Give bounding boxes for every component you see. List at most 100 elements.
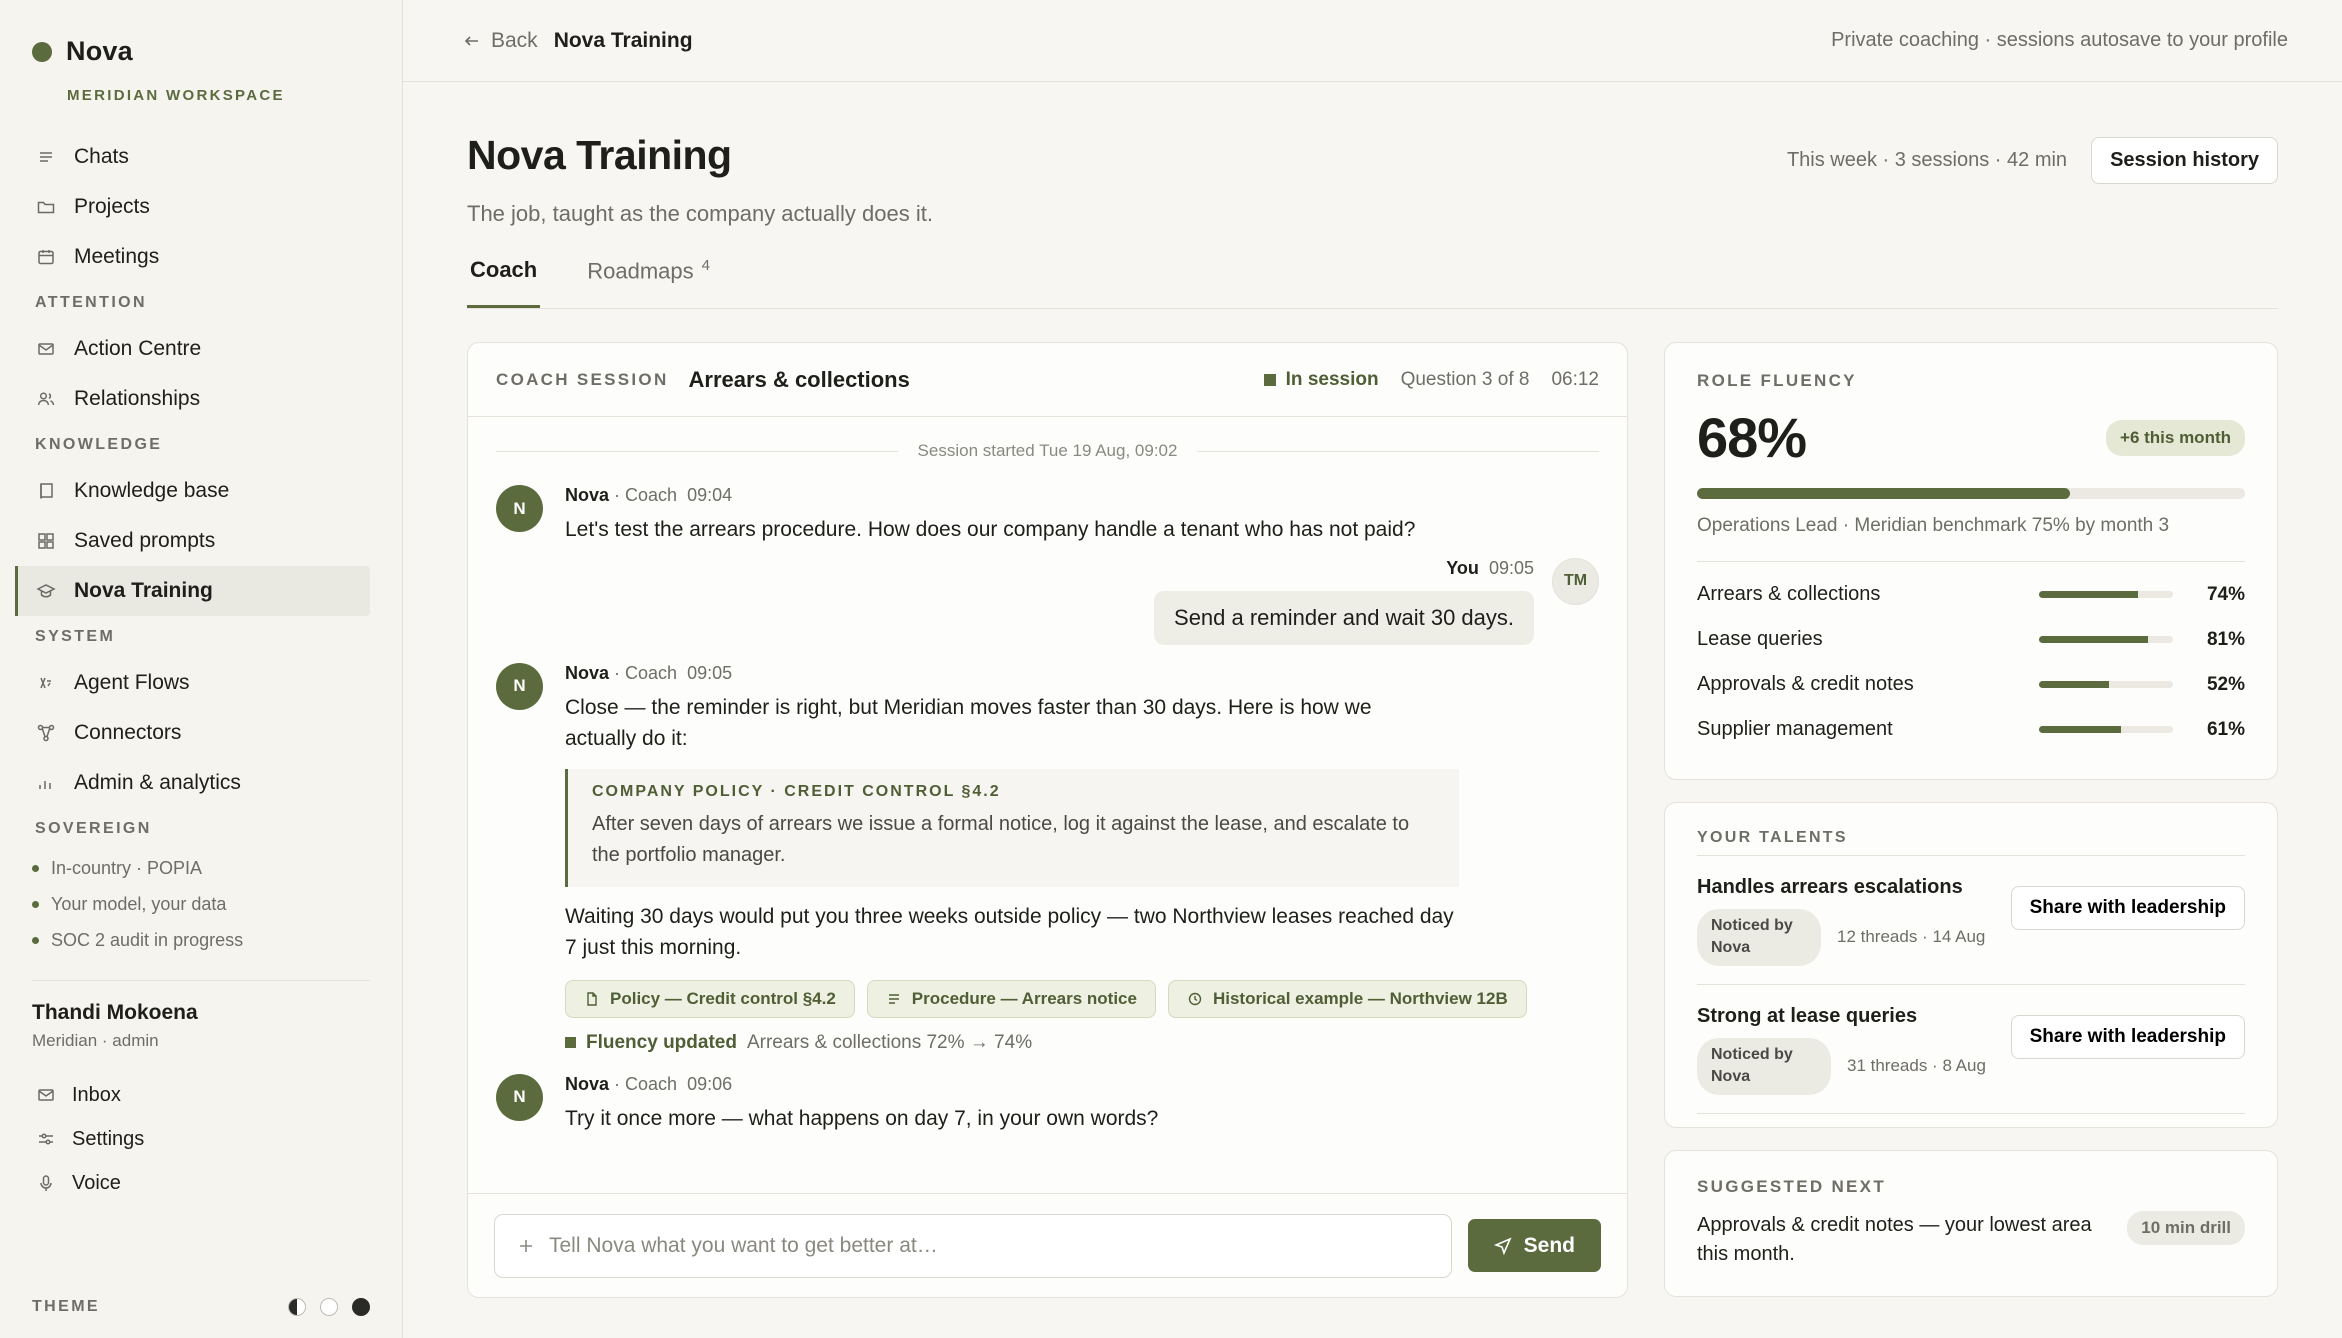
message-bubble: Send a reminder and wait 30 days. [1154, 590, 1534, 645]
main-area: Back Nova Training Private coaching · se… [403, 0, 2342, 1338]
chip-label: Procedure — Arrears notice [911, 988, 1137, 1008]
source-chip-example[interactable]: Historical example — Northview 12B [1167, 979, 1527, 1018]
right-column: ROLE FLUENCY 68% +6 this month Operation… [1664, 342, 2278, 1298]
skill-bar-fill [2039, 681, 2109, 688]
session-timer: 06:12 [1551, 368, 1599, 390]
brand[interactable]: Nova [32, 36, 370, 67]
theme-switcher: THEME [32, 1298, 370, 1316]
page-content: Nova Training The job, taught as the com… [403, 132, 2342, 1298]
sidebar-item-inbox[interactable]: Inbox [32, 1073, 370, 1117]
back-button[interactable]: Back [463, 29, 538, 53]
tab-coach[interactable]: Coach [467, 257, 541, 308]
coach-session-label: COACH SESSION [496, 369, 669, 389]
network-icon [37, 724, 55, 742]
sidebar: Nova MERIDIAN WORKSPACE Chats Projects M… [0, 0, 403, 1338]
question-progress: Question 3 of 8 [1400, 368, 1530, 390]
sidebar-item-label: Action Centre [74, 337, 202, 360]
plus-icon[interactable] [517, 1237, 535, 1255]
skill-name: Approvals & credit notes [1697, 673, 1914, 695]
drill-duration-badge[interactable]: 10 min drill [2127, 1211, 2245, 1245]
section-label-knowledge: KNOWLEDGE [35, 436, 163, 453]
theme-label: THEME [32, 1298, 100, 1315]
sidebar-item-chats[interactable]: Chats [32, 132, 370, 182]
fluency-update-text: Arrears & collections 72% → 74% [746, 1031, 1033, 1053]
role-fluency-value: 68% [1697, 406, 1807, 469]
share-with-leadership-button[interactable]: Share with leadership [2010, 886, 2245, 930]
message-author: Nova [565, 662, 610, 683]
user-name: Thandi Mokoena [32, 1001, 198, 1024]
theme-dark-option[interactable] [352, 1298, 370, 1316]
sovereign-item-label: SOC 2 audit in progress [51, 929, 244, 950]
sidebar-item-meetings[interactable]: Meetings [32, 232, 370, 282]
skill-row: Approvals & credit notes 52% [1697, 662, 2245, 707]
skill-name: Arrears & collections [1697, 583, 1881, 605]
sidebar-item-admin-analytics[interactable]: Admin & analytics [32, 758, 370, 808]
source-chip-procedure[interactable]: Procedure — Arrears notice [866, 979, 1156, 1018]
source-chip-policy[interactable]: Policy — Credit control §4.2 [565, 979, 855, 1018]
user-profile[interactable]: Thandi Mokoena Meridian · admin [32, 1001, 370, 1051]
policy-quote: COMPANY POLICY · CREDIT CONTROL §4.2 Aft… [565, 768, 1459, 887]
skill-percent: 74% [2206, 583, 2245, 605]
sidebar-item-agent-flows[interactable]: Agent Flows [32, 658, 370, 708]
sidebar-item-projects[interactable]: Projects [32, 182, 370, 232]
session-status-badge: In session [1263, 369, 1379, 391]
sidebar-divider [32, 980, 370, 981]
sidebar-item-knowledge-base[interactable]: Knowledge base [32, 466, 370, 516]
talent-meta: 31 threads · 8 Aug [1847, 1056, 1986, 1076]
role-fluency-bar-fill [1697, 488, 2070, 499]
talents-card: YOUR TALENTS Handles arrears escalations… [1664, 802, 2278, 1128]
suggested-next-text[interactable]: Approvals & credit notes — your lowest a… [1697, 1211, 2127, 1269]
sidebar-item-relationships[interactable]: Relationships [32, 374, 370, 424]
sidebar-item-saved-prompts[interactable]: Saved prompts [32, 516, 370, 566]
talent-name: Strong at lease queries [1697, 1004, 1918, 1027]
status-square-icon [1263, 373, 1276, 386]
skill-bar-fill [2039, 726, 2121, 733]
session-history-button[interactable]: Session history [2091, 137, 2278, 184]
coach-message: N Nova · Coach 09:05 Close — the reminde… [496, 662, 1599, 1054]
policy-text: After seven days of arrears we issue a f… [592, 812, 1410, 866]
user-message: You 09:05 Send a reminder and wait 30 da… [496, 557, 1599, 645]
skill-bar [2039, 726, 2173, 733]
message-input[interactable]: Tell Nova what you want to get better at… [494, 1213, 1452, 1278]
page-header: Nova Training The job, taught as the com… [467, 132, 2278, 227]
sovereign-item: Your model, your data [32, 886, 370, 922]
message-text: Try it once more — what happens on day 7… [565, 1106, 1159, 1130]
theme-light-option[interactable] [320, 1298, 338, 1316]
breadcrumb: Nova Training [553, 28, 693, 52]
message-meta: Nova · Coach 09:06 [565, 1074, 1158, 1095]
send-button[interactable]: Send [1467, 1219, 1601, 1272]
fluency-delta-badge: +6 this month [2106, 419, 2245, 456]
sidebar-item-label: Settings [72, 1127, 145, 1150]
talent-item: Strong at lease queries Noticed by Nova … [1697, 985, 2245, 1114]
skill-bar-fill [2039, 636, 2148, 643]
message-role: · Coach [609, 485, 678, 505]
sidebar-item-nova-training[interactable]: Nova Training [15, 566, 370, 616]
coach-session-topic: Arrears & collections [688, 366, 910, 392]
sidebar-item-voice[interactable]: Voice [32, 1161, 370, 1205]
avatar: N [496, 662, 543, 710]
skill-row: Lease queries 81% [1697, 617, 2245, 662]
role-fluency-card: ROLE FLUENCY 68% +6 this month Operation… [1664, 342, 2278, 780]
theme-auto-option[interactable] [288, 1298, 306, 1316]
message-meta: Nova · Coach 09:04 [565, 485, 1415, 506]
tab-roadmaps[interactable]: Roadmaps 4 [584, 257, 713, 308]
share-with-leadership-button[interactable]: Share with leadership [2010, 1014, 2245, 1059]
avatar: TM [1552, 557, 1599, 605]
coach-message: N Nova · Coach 09:06 Try it once more — … [496, 1073, 1599, 1135]
message-composer: Tell Nova what you want to get better at… [468, 1193, 1627, 1297]
sidebar-item-label: Chats [74, 145, 129, 168]
app-root: Nova MERIDIAN WORKSPACE Chats Projects M… [0, 0, 2342, 1338]
sidebar-item-settings[interactable]: Settings [32, 1117, 370, 1161]
book-icon [40, 483, 53, 499]
bar-chart-icon [39, 781, 51, 789]
privacy-note: Private coaching · sessions autosave to … [1831, 29, 2288, 51]
sidebar-item-action-centre[interactable]: Action Centre [32, 324, 370, 374]
sovereign-item: In-country · POPIA [32, 850, 370, 886]
status-dot [32, 936, 39, 944]
section-label-attention: ATTENTION [35, 294, 147, 311]
mail-icon [38, 1089, 54, 1101]
send-icon [1493, 1236, 1512, 1255]
sidebar-item-connectors[interactable]: Connectors [32, 708, 370, 758]
user-role: Meridian · admin [32, 1031, 159, 1050]
skill-row: Arrears & collections 74% [1697, 572, 2245, 617]
